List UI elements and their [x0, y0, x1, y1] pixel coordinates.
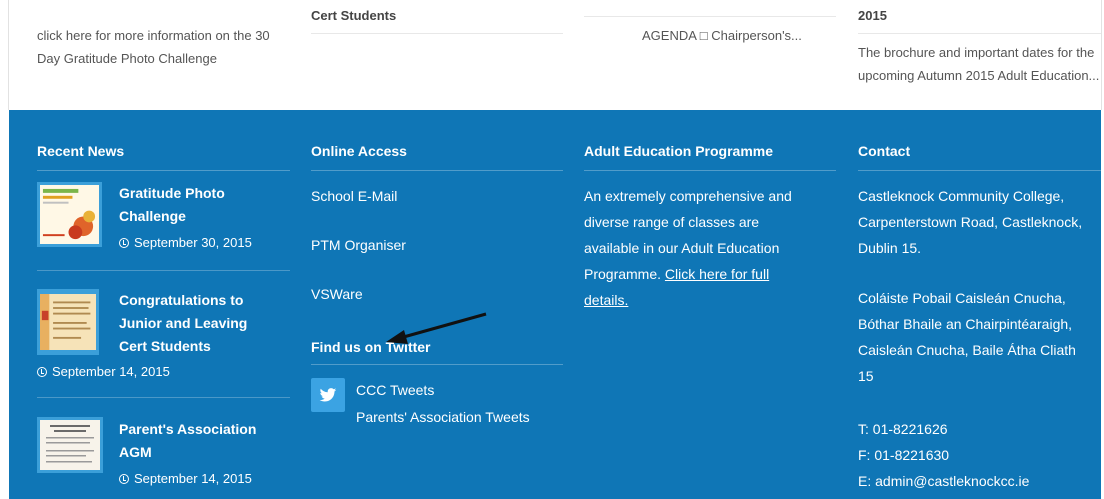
- news-title-line: Congratulations to: [119, 292, 244, 308]
- address-line: Castleknock Community College,: [858, 188, 1065, 204]
- heading-rule: [584, 170, 836, 171]
- annotation-arrow-icon: [386, 312, 487, 344]
- heading-rule: [37, 170, 290, 171]
- description-text: Programme.: [584, 266, 665, 282]
- news-date: September 14, 2015: [119, 471, 252, 486]
- ptm-organiser-link[interactable]: PTM Organiser: [311, 237, 406, 253]
- right-edge-line: [1101, 0, 1102, 110]
- congratulations-thumbnail-image: [40, 294, 96, 350]
- top-rule: [858, 33, 1101, 34]
- heading-rule: [311, 364, 563, 365]
- ccc-tweets-link[interactable]: CCC Tweets: [356, 382, 434, 398]
- adult-education-heading: Adult Education Programme: [584, 143, 774, 159]
- news-thumbnail[interactable]: [37, 289, 99, 355]
- gratitude-thumbnail-image: [40, 185, 99, 244]
- news-title-line: AGM: [119, 444, 152, 460]
- heading-rule: [858, 170, 1101, 171]
- twitter-bird-icon[interactable]: [311, 378, 345, 412]
- news-title-line: Challenge: [119, 208, 186, 224]
- agm-thumbnail-image: [40, 420, 100, 470]
- description-line: available in our Adult Education: [584, 240, 780, 256]
- news-separator: [37, 397, 290, 398]
- news-thumbnail[interactable]: [37, 417, 103, 473]
- contact-address-english: Castleknock Community College, Carpenter…: [858, 183, 1082, 261]
- fax-number: F: 01-8221630: [858, 447, 950, 463]
- address-line: Carpenterstown Road, Castleknock,: [858, 214, 1083, 230]
- news-date-text: September 14, 2015: [52, 364, 170, 379]
- news-title-gratitude[interactable]: Gratitude Photo Challenge: [119, 182, 225, 228]
- description-line: An extremely comprehensive and: [584, 188, 792, 204]
- description-line: diverse range of classes are: [584, 214, 760, 230]
- excerpt-line: click here for more information on the 3…: [37, 28, 270, 43]
- cut-off-title[interactable]: 2015: [858, 8, 887, 23]
- email-address[interactable]: E: admin@castleknockcc.ie: [858, 468, 1029, 494]
- top-rule: [311, 33, 563, 34]
- excerpt-line: upcoming Autumn 2015 Adult Education...: [858, 68, 1100, 83]
- address-line: Coláiste Pobail Caisleán Cnucha,: [858, 290, 1066, 306]
- brochure-excerpt[interactable]: The brochure and important dates for the…: [858, 41, 1099, 87]
- online-access-heading: Online Access: [311, 143, 407, 159]
- school-email-link[interactable]: School E-Mail: [311, 188, 397, 204]
- cut-off-title[interactable]: Cert Students: [311, 8, 396, 23]
- contact-address-irish: Coláiste Pobail Caisleán Cnucha, Bóthar …: [858, 285, 1076, 389]
- contact-details: T: 01-8221626 F: 01-8221630 E: admin@cas…: [858, 416, 1029, 494]
- left-edge-line: [8, 0, 9, 110]
- news-date-text: September 14, 2015: [134, 471, 252, 486]
- full-details-link[interactable]: details.: [584, 292, 628, 308]
- address-line: Dublin 15.: [858, 240, 922, 256]
- address-line: Caisleán Cnucha, Baile Átha Cliath: [858, 342, 1076, 358]
- heading-rule: [311, 170, 563, 171]
- news-title-line: Junior and Leaving: [119, 315, 248, 331]
- excerpt-line: The brochure and important dates for the: [858, 45, 1095, 60]
- parents-association-tweets-link[interactable]: Parents' Association Tweets: [356, 409, 530, 425]
- agenda-excerpt[interactable]: AGENDA □ Chairperson's...: [642, 24, 802, 47]
- contact-heading: Contact: [858, 143, 911, 159]
- description-line: Programme. Click here for full: [584, 261, 792, 287]
- full-details-link[interactable]: Click here for full: [665, 266, 769, 282]
- news-title-congratulations[interactable]: Congratulations to Junior and Leaving Ce…: [119, 289, 247, 358]
- description-line: details.: [584, 287, 792, 313]
- news-title-line: Gratitude Photo: [119, 185, 225, 201]
- news-date: September 14, 2015: [37, 364, 170, 379]
- adult-education-description: An extremely comprehensive and diverse r…: [584, 183, 792, 313]
- recent-news-heading: Recent News: [37, 143, 125, 159]
- news-title-line: Cert Students: [119, 338, 211, 354]
- phone-number: T: 01-8221626: [858, 421, 948, 437]
- news-separator: [37, 270, 290, 271]
- vsware-link[interactable]: VSWare: [311, 286, 363, 302]
- address-line: 15: [858, 368, 874, 384]
- top-rule: [584, 16, 836, 17]
- news-date-text: September 30, 2015: [134, 235, 252, 250]
- news-thumbnail[interactable]: [37, 182, 102, 247]
- news-date: September 30, 2015: [119, 235, 252, 250]
- clock-icon: [119, 473, 129, 484]
- news-title-line: Parent's Association: [119, 421, 257, 437]
- excerpt-line: Day Gratitude Photo Challenge: [37, 51, 217, 66]
- address-line: Bóthar Bhaile an Chairpintéaraigh,: [858, 316, 1073, 332]
- clock-icon: [119, 237, 129, 248]
- news-title-agm[interactable]: Parent's Association AGM: [119, 418, 256, 464]
- clock-icon: [37, 366, 47, 377]
- gratitude-excerpt[interactable]: click here for more information on the 3…: [37, 24, 270, 70]
